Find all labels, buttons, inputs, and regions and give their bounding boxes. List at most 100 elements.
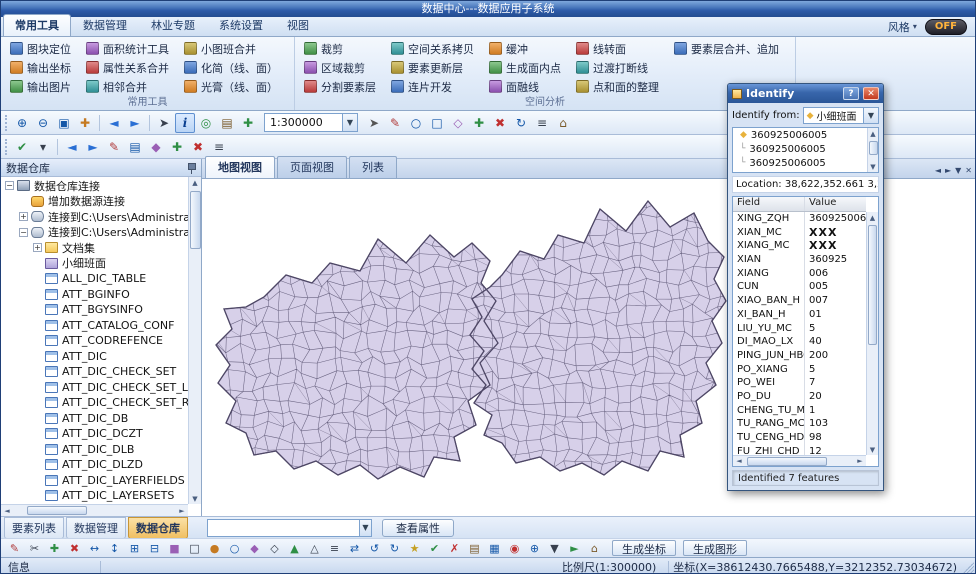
- ribbon-tool[interactable]: 小图班合并: [180, 39, 282, 58]
- triangle-tool-button[interactable]: ▲: [285, 540, 304, 557]
- scrollbar-thumb[interactable]: [869, 141, 878, 155]
- table-tool-button[interactable]: ▤: [465, 540, 484, 557]
- delete-vertex-button[interactable]: ✖: [65, 540, 84, 557]
- edit-button[interactable]: ✎: [104, 137, 124, 157]
- chevron-down-icon[interactable]: ▼: [359, 520, 371, 536]
- check-button[interactable]: ✔: [425, 540, 444, 557]
- style-dropdown[interactable]: 风格 ▾: [888, 19, 917, 35]
- scrollbar-thumb[interactable]: [27, 506, 87, 515]
- ribbon-tab-系统设置[interactable]: 系统设置: [207, 14, 275, 36]
- add-row-button[interactable]: ✚: [167, 137, 187, 157]
- down-tool-button[interactable]: ▼: [545, 540, 564, 557]
- rectangle-tool-button[interactable]: □: [427, 113, 447, 133]
- tab-close-icon[interactable]: ✕: [965, 166, 972, 175]
- pin-icon[interactable]: [186, 162, 196, 174]
- generate-shape-button[interactable]: 生成图形: [683, 540, 747, 556]
- tree-item[interactable]: ATT_DIC_CHECK_SET_RULE: [1, 395, 188, 411]
- ribbon-tool[interactable]: 要素更新层: [387, 58, 478, 77]
- node-tool-button[interactable]: ●: [205, 540, 224, 557]
- grid-header-field[interactable]: Field: [733, 197, 805, 211]
- ribbon-tool[interactable]: 生成面内点: [485, 58, 565, 77]
- resize-grip[interactable]: [962, 562, 974, 574]
- grid-row[interactable]: PO_XIANG5: [733, 363, 866, 377]
- hollow-diamond-button[interactable]: ◇: [265, 540, 284, 557]
- feature-search-input[interactable]: [208, 520, 359, 536]
- tree-item[interactable]: −连接到C:\Users\Administrator': [1, 225, 188, 241]
- generate-coords-button[interactable]: 生成坐标: [612, 540, 676, 556]
- tree-expander-icon[interactable]: −: [5, 181, 14, 190]
- feature-search-combo[interactable]: ▼: [207, 519, 372, 537]
- grid-row[interactable]: PING_JUN_HBG200: [733, 349, 866, 363]
- ribbon-tool[interactable]: 点和面的整理: [572, 77, 663, 96]
- scroll-right-icon[interactable]: ►: [176, 505, 188, 516]
- panel-tab-数据管理[interactable]: 数据管理: [66, 517, 126, 539]
- grid-header-value[interactable]: Value: [805, 197, 866, 211]
- pan-button[interactable]: ✚: [75, 113, 95, 133]
- scroll-left-icon[interactable]: ◄: [733, 456, 745, 467]
- tree-item[interactable]: ATT_BGYSINFO: [1, 302, 188, 318]
- tree-item[interactable]: ATT_BGINFO: [1, 287, 188, 303]
- scroll-down-icon[interactable]: ▼: [189, 493, 201, 504]
- symbols-button[interactable]: ◆: [146, 137, 166, 157]
- grid-row[interactable]: XI_BAN_H01: [733, 308, 866, 322]
- scroll-right-icon[interactable]: ►: [854, 456, 866, 467]
- scroll-down-icon[interactable]: ▼: [867, 444, 878, 455]
- scrollbar-thumb[interactable]: [190, 191, 201, 249]
- tree-item[interactable]: ATT_DIC_CHECK_SET: [1, 364, 188, 380]
- grid-row[interactable]: XIAN_MCXXX: [733, 226, 866, 240]
- tree-item[interactable]: ATT_DIC_DLZD: [1, 457, 188, 473]
- ribbon-tool[interactable]: 图块定位: [6, 39, 75, 58]
- scroll-up-icon[interactable]: ▲: [867, 212, 878, 223]
- ribbon-tab-林业专题[interactable]: 林业专题: [139, 14, 207, 36]
- tab-地图视图[interactable]: 地图视图: [205, 156, 275, 178]
- validate-dropdown-button[interactable]: ▾: [33, 137, 53, 157]
- panel-tab-数据仓库[interactable]: 数据仓库: [128, 517, 188, 539]
- scroll-left-icon[interactable]: ◄: [1, 505, 13, 516]
- play-tool-button[interactable]: ►: [565, 540, 584, 557]
- move-vertical-button[interactable]: ↕: [105, 540, 124, 557]
- sketch-button[interactable]: ✎: [385, 113, 405, 133]
- grid-row[interactable]: XIAO_BAN_H007: [733, 294, 866, 308]
- home-tool-button[interactable]: ⌂: [585, 540, 604, 557]
- scroll-up-icon[interactable]: ▲: [189, 177, 201, 188]
- move-horizontal-button[interactable]: ↔: [85, 540, 104, 557]
- tree-item[interactable]: ATT_DIC_DB: [1, 411, 188, 427]
- ribbon-tool[interactable]: 输出图片: [6, 77, 75, 96]
- delete-feature-button[interactable]: ✖: [490, 113, 510, 133]
- identify-from-dropdown[interactable]: ◆ 小细班面 ▼: [803, 107, 879, 124]
- refresh-button[interactable]: ↻: [511, 113, 531, 133]
- scroll-down-icon[interactable]: ▼: [868, 161, 878, 172]
- grid-row[interactable]: XING_ZQH360925006005: [733, 212, 866, 226]
- grid-tool-button[interactable]: ▦: [485, 540, 504, 557]
- grid-row[interactable]: DI_MAO_LX40: [733, 335, 866, 349]
- list-button[interactable]: ≡: [532, 113, 552, 133]
- grid-row[interactable]: LIU_YU_MC5: [733, 322, 866, 336]
- swap-tool-button[interactable]: ⇄: [345, 540, 364, 557]
- tree-item[interactable]: ATT_CODREFENCE: [1, 333, 188, 349]
- tree-item[interactable]: +连接到C:\Users\Administrator\I: [1, 209, 188, 225]
- tree-item[interactable]: 增加数据源连接: [1, 194, 188, 210]
- results-scrollbar[interactable]: ▲ ▼: [867, 128, 878, 172]
- tab-scroll-left-icon[interactable]: ◄: [935, 166, 941, 175]
- tab-list-icon[interactable]: ▼: [955, 166, 961, 175]
- grid-row[interactable]: FU_ZHI_CHD12: [733, 445, 866, 455]
- hollow-triangle-button[interactable]: △: [305, 540, 324, 557]
- vertex-tool-button[interactable]: ○: [225, 540, 244, 557]
- ribbon-tool[interactable]: 连片开发: [387, 77, 478, 96]
- undo-button[interactable]: ↺: [365, 540, 384, 557]
- tree-item[interactable]: +文档集: [1, 240, 188, 256]
- zoom-window-button[interactable]: ▣: [54, 113, 74, 133]
- tree-item[interactable]: ATT_DIC_DLB: [1, 442, 188, 458]
- ribbon-tool[interactable]: 化简（线、面）: [180, 58, 282, 77]
- ribbon-tool[interactable]: 属性关系合并: [82, 58, 173, 77]
- identify-result-item[interactable]: └360925006005: [733, 142, 878, 156]
- prev-record-button[interactable]: ◄: [62, 137, 82, 157]
- ribbon-tool[interactable]: 要素层合并、追加: [670, 39, 783, 58]
- ribbon-tool[interactable]: 面积统计工具: [82, 39, 173, 58]
- tree-item[interactable]: ATT_DIC_DCZT: [1, 426, 188, 442]
- ribbon-tool[interactable]: 线转面: [572, 39, 663, 58]
- list-tool-button[interactable]: ≡: [325, 540, 344, 557]
- tab-页面视图[interactable]: 页面视图: [277, 156, 347, 178]
- ribbon-tool[interactable]: 空间关系拷贝: [387, 39, 478, 58]
- validate-button[interactable]: ✔: [12, 137, 32, 157]
